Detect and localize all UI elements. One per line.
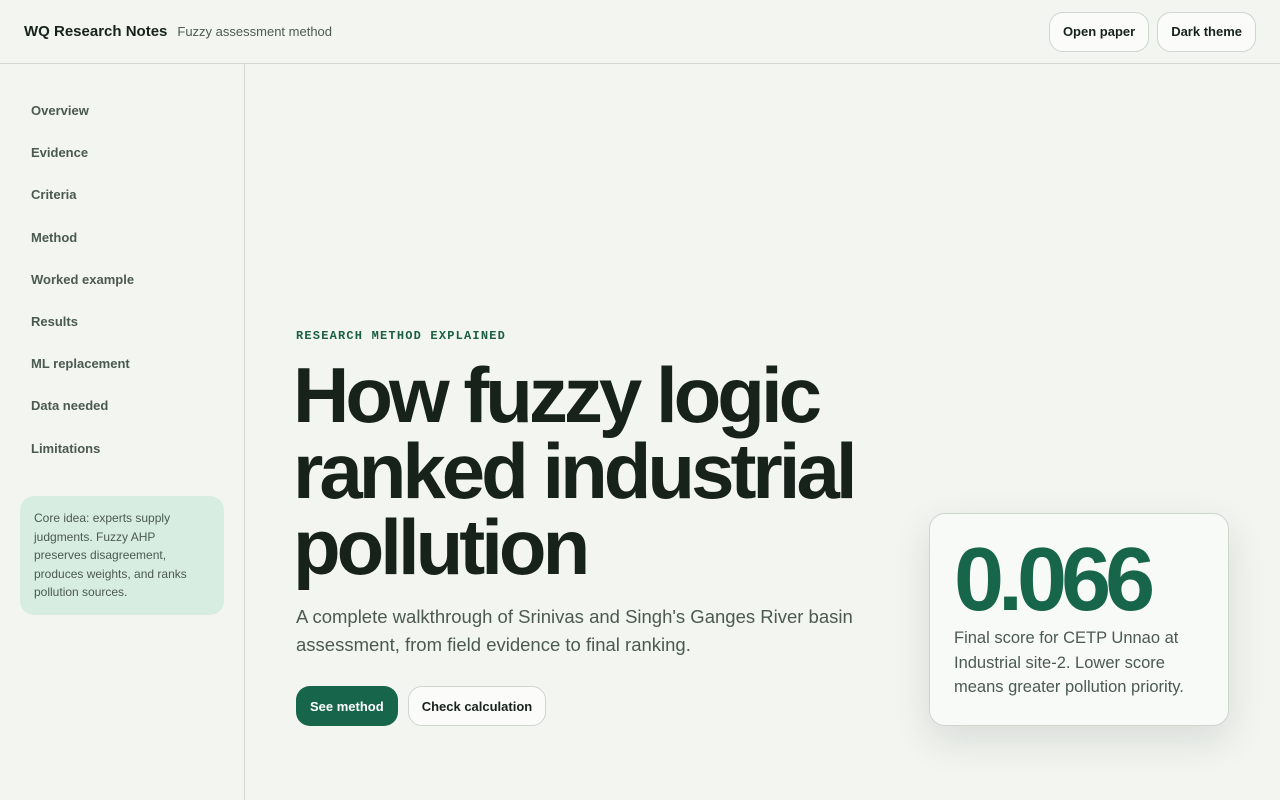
hero-lede: A complete walkthrough of Srinivas and S… <box>296 606 853 655</box>
sidebar-item-criteria[interactable]: Criteria <box>0 174 244 216</box>
sidebar-item-results[interactable]: Results <box>0 301 244 343</box>
site-title[interactable]: WQ Research Notes <box>24 23 167 40</box>
hero-kicker: RESEARCH METHOD EXPLAINED <box>296 329 507 343</box>
score-card: 0.066 Final score for CETP Unnao at Indu… <box>929 513 1229 726</box>
core-idea-note: Core idea: experts supply judgments. Fuz… <box>20 496 224 615</box>
sidebar-item-limitations[interactable]: Limitations <box>0 428 244 470</box>
page-title: How fuzzy logic ranked industrial pollut… <box>293 351 858 591</box>
sidebar-item-ml-replacement[interactable]: ML replacement <box>0 343 244 385</box>
sidebar-item-overview[interactable]: Overview <box>0 90 244 132</box>
final-score-value: 0.066 <box>954 530 1155 630</box>
top-bar: WQ Research Notes Fuzzy assessment metho… <box>0 0 1280 64</box>
sidebar-item-method[interactable]: Method <box>0 217 244 259</box>
top-actions: Open paper Dark theme <box>1048 11 1256 52</box>
check-calculation-button[interactable]: Check calculation <box>407 686 547 726</box>
sidebar-nav: Overview Evidence Criteria Method Worked… <box>0 64 244 470</box>
final-score-caption: Final score for CETP Unnao at Industrial… <box>954 629 1184 696</box>
sidebar-item-data-needed[interactable]: Data needed <box>0 385 244 427</box>
open-paper-button[interactable]: Open paper <box>1048 11 1150 52</box>
sidebar-item-evidence[interactable]: Evidence <box>0 132 244 174</box>
see-method-button[interactable]: See method <box>296 686 398 726</box>
dark-theme-button[interactable]: Dark theme <box>1157 11 1256 52</box>
sidebar: Overview Evidence Criteria Method Worked… <box>0 64 245 800</box>
sidebar-item-worked-example[interactable]: Worked example <box>0 259 244 301</box>
hero-actions: See method Check calculation <box>296 686 547 726</box>
site-subtitle: Fuzzy assessment method <box>177 24 333 39</box>
